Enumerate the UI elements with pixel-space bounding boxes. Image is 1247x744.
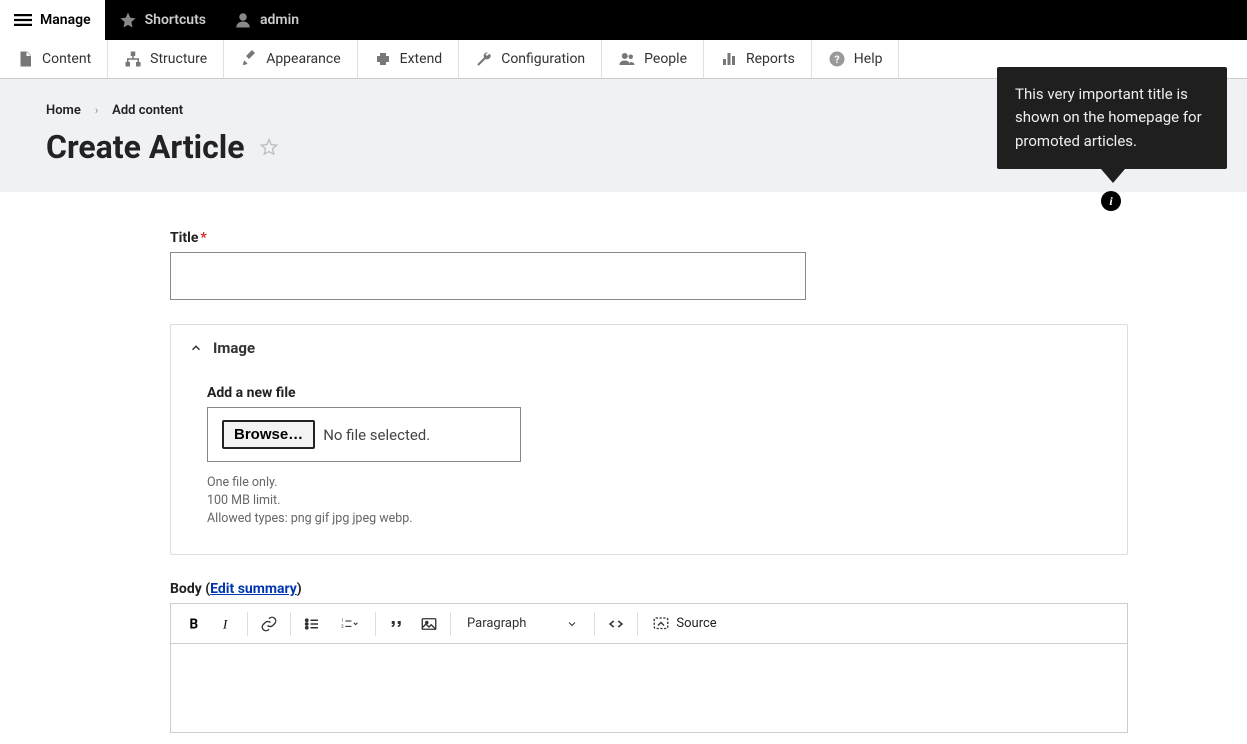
- toolbar-reports[interactable]: Reports: [704, 40, 812, 78]
- title-label: Title*: [170, 230, 1077, 246]
- tooltip-text: This very important title is shown on th…: [997, 67, 1227, 169]
- user-icon: [234, 11, 252, 29]
- image-summary[interactable]: Image: [171, 325, 1127, 371]
- toolbar-extend[interactable]: Extend: [358, 40, 460, 78]
- toolbar-appearance[interactable]: Appearance: [224, 40, 357, 78]
- shortcuts-label: Shortcuts: [145, 12, 206, 28]
- wrench-icon: [475, 50, 493, 68]
- toolbar-people[interactable]: People: [602, 40, 704, 78]
- body-field: Body (Edit summary) B I 12 Paragraph Sou: [170, 581, 1128, 733]
- chevron-up-icon: [189, 341, 203, 355]
- breadcrumb-home[interactable]: Home: [46, 103, 81, 118]
- title-input[interactable]: [170, 252, 806, 300]
- toolbar-content[interactable]: Content: [0, 40, 108, 78]
- document-icon: [16, 50, 34, 68]
- toolbar-configuration[interactable]: Configuration: [459, 40, 602, 78]
- file-status: No file selected.: [323, 426, 430, 444]
- image-body: Add a new file Browse… No file selected.…: [171, 371, 1127, 554]
- link-button[interactable]: [254, 609, 284, 639]
- source-icon: [652, 615, 670, 633]
- edit-summary-link[interactable]: Edit summary: [210, 581, 297, 597]
- page-title: Create Article: [46, 128, 245, 166]
- hierarchy-icon: [124, 50, 142, 68]
- add-file-label: Add a new file: [207, 385, 1091, 401]
- image-button[interactable]: [414, 609, 444, 639]
- user-label: admin: [260, 12, 299, 28]
- required-marker: *: [200, 230, 206, 246]
- shortcuts-tab[interactable]: Shortcuts: [105, 0, 220, 40]
- svg-text:I: I: [222, 617, 228, 631]
- editor-toolbar: B I 12 Paragraph Source: [170, 603, 1128, 643]
- heading-dropdown[interactable]: Paragraph: [457, 609, 588, 639]
- tooltip-arrow: [1101, 169, 1125, 183]
- manage-tab[interactable]: Manage: [0, 0, 105, 40]
- source-button[interactable]: Source: [644, 615, 724, 633]
- blockquote-button[interactable]: [382, 609, 412, 639]
- puzzle-icon: [374, 50, 392, 68]
- chart-icon: [720, 50, 738, 68]
- italic-button[interactable]: I: [211, 609, 241, 639]
- bullet-list-button[interactable]: [297, 609, 327, 639]
- admin-topbar: Manage Shortcuts admin: [0, 0, 1247, 40]
- chevron-down-icon: [566, 618, 578, 630]
- hamburger-icon: [14, 11, 32, 29]
- bold-button[interactable]: B: [179, 609, 209, 639]
- body-editor[interactable]: [170, 643, 1128, 733]
- star-outline-icon[interactable]: [259, 137, 279, 157]
- svg-text:B: B: [190, 616, 199, 632]
- browse-button[interactable]: Browse…: [222, 420, 315, 449]
- manage-label: Manage: [40, 12, 91, 28]
- file-hints: One file only. 100 MB limit. Allowed typ…: [207, 474, 1091, 528]
- toolbar-help[interactable]: ? Help: [812, 40, 900, 78]
- breadcrumb-add-content[interactable]: Add content: [112, 103, 183, 118]
- star-icon: [119, 11, 137, 29]
- toolbar-structure[interactable]: Structure: [108, 40, 224, 78]
- people-icon: [618, 50, 636, 68]
- svg-text:?: ?: [834, 53, 839, 66]
- chevron-right-icon: ›: [95, 104, 98, 117]
- user-tab[interactable]: admin: [220, 0, 313, 40]
- svg-text:2: 2: [341, 625, 344, 630]
- file-input-wrap: Browse… No file selected.: [207, 407, 521, 462]
- image-details: Image Add a new file Browse… No file sel…: [170, 324, 1128, 555]
- body-label: Body (Edit summary): [170, 581, 302, 597]
- tooltip: This very important title is shown on th…: [997, 67, 1227, 169]
- form-area: This very important title is shown on th…: [0, 192, 1247, 733]
- code-button[interactable]: [601, 609, 631, 639]
- info-icon[interactable]: i: [1101, 191, 1121, 211]
- svg-text:1: 1: [341, 619, 343, 624]
- brush-icon: [240, 50, 258, 68]
- numbered-list-button[interactable]: 12: [329, 609, 369, 639]
- help-icon: ?: [828, 50, 846, 68]
